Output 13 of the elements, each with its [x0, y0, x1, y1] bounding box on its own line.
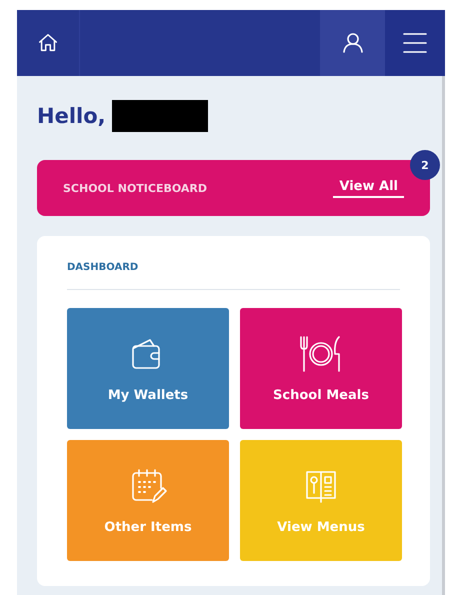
- greeting-text: Hello,: [37, 104, 106, 128]
- view-all-link[interactable]: View All: [333, 178, 404, 198]
- dashboard-title: DASHBOARD: [67, 262, 400, 290]
- menu-icon: [402, 31, 428, 55]
- noticeboard-title: SCHOOL NOTICEBOARD: [63, 182, 208, 194]
- home-icon: [37, 32, 59, 54]
- account-button[interactable]: [320, 10, 385, 76]
- notification-badge: 2: [410, 150, 440, 180]
- dashboard-tile[interactable]: My Wallets: [67, 308, 229, 429]
- menu-button[interactable]: [385, 10, 445, 76]
- account-icon: [340, 31, 364, 55]
- dashboard-tile[interactable]: Other Items: [67, 440, 229, 561]
- dashboard-tile[interactable]: School Meals: [240, 308, 402, 429]
